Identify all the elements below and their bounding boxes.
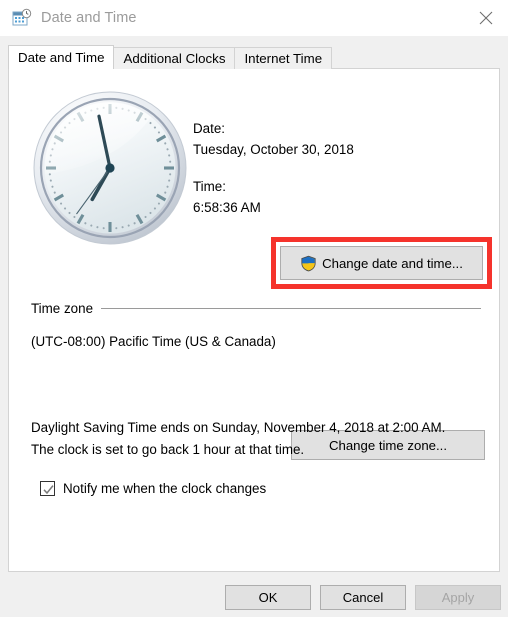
tab-strip: Date and Time Additional Clocks Internet… <box>8 45 500 69</box>
cancel-button[interactable]: Cancel <box>320 585 406 610</box>
change-date-and-time-label: Change date and time... <box>322 255 463 271</box>
time-value: 6:58:36 AM <box>193 200 261 215</box>
date-and-time-dialog: Date and Time Date and Time Additional C… <box>0 0 508 617</box>
active-tab-seam <box>9 67 101 70</box>
change-date-and-time-button[interactable]: Change date and time... <box>280 246 483 280</box>
notify-clock-changes-checkbox[interactable] <box>40 481 55 496</box>
ok-button[interactable]: OK <box>225 585 311 610</box>
time-zone-value: (UTC-08:00) Pacific Time (US & Canada) <box>31 334 276 349</box>
window-title: Date and Time <box>41 10 137 26</box>
tab-date-and-time[interactable]: Date and Time <box>8 45 115 69</box>
analog-clock <box>31 89 189 247</box>
notify-clock-changes-row[interactable]: Notify me when the clock changes <box>40 481 266 496</box>
group-divider <box>101 307 481 309</box>
time-label: Time: <box>193 179 226 194</box>
time-zone-group: Time zone <box>31 299 481 317</box>
check-icon <box>43 485 54 495</box>
apply-button: Apply <box>415 585 501 610</box>
time-zone-legend: Time zone <box>31 300 94 316</box>
date-time-icon <box>12 8 32 28</box>
dialog-footer: OK Cancel Apply <box>0 572 508 617</box>
date-label: Date: <box>193 121 226 136</box>
daylight-saving-text: Daylight Saving Time ends on Sunday, Nov… <box>31 420 446 457</box>
tab-internet-time[interactable]: Internet Time <box>234 47 333 69</box>
close-icon[interactable] <box>463 0 508 36</box>
notify-clock-changes-label: Notify me when the clock changes <box>63 481 267 496</box>
tab-panel-date-and-time: Date: Tuesday, October 30, 2018 Time: 6:… <box>8 68 500 572</box>
uac-shield-icon <box>300 255 317 272</box>
tab-additional-clocks[interactable]: Additional Clocks <box>113 47 236 69</box>
date-time-readout: Date: Tuesday, October 30, 2018 Time: 6:… <box>193 121 354 215</box>
date-value: Tuesday, October 30, 2018 <box>193 142 354 157</box>
title-bar: Date and Time <box>0 0 508 36</box>
